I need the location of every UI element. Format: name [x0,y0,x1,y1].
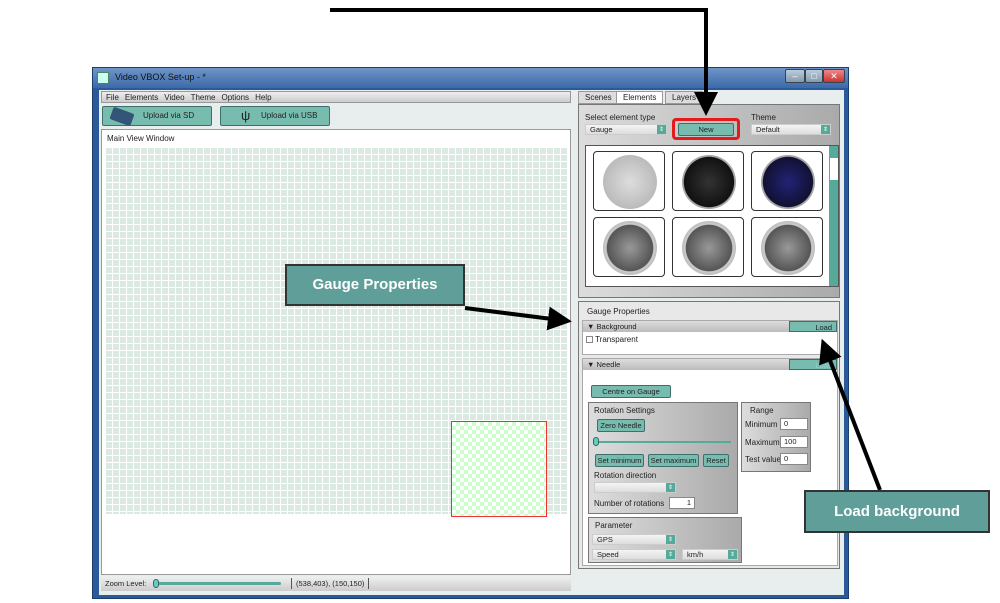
new-button-arrow [330,8,718,116]
gauge-properties-arrow [464,306,572,331]
load-background-arrow [819,338,882,491]
load-background-callout: Load background [804,490,990,533]
gauge-properties-callout: Gauge Properties [285,264,465,306]
